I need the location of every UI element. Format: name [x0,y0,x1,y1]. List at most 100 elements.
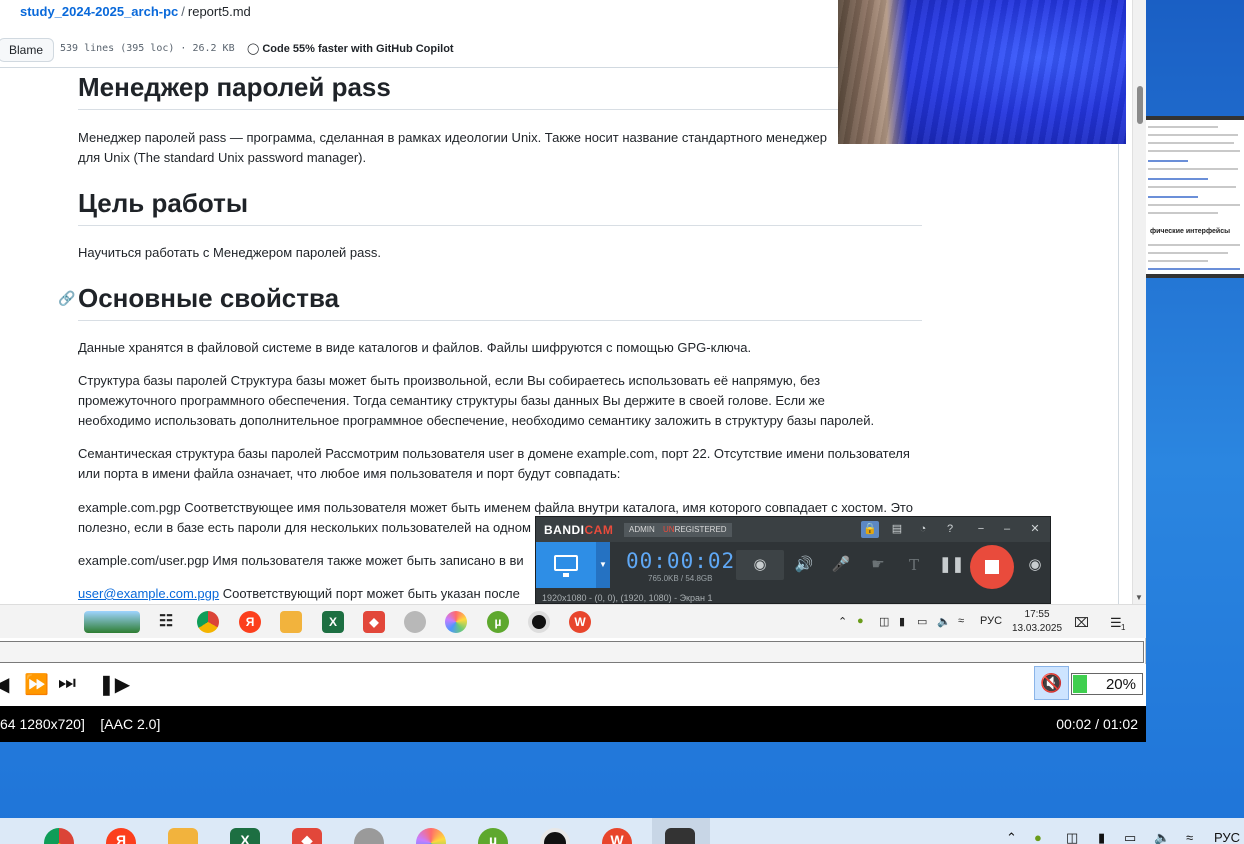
wifi-icon[interactable]: ≈ [1186,830,1193,844]
player-status-bar: 64 1280x720] [AAC 2.0] 00:02 / 01:02 [0,706,1146,742]
screenshot-camera-icon[interactable]: ◉ [1023,553,1047,577]
timer-icon[interactable]: ◔ [914,521,932,538]
keyboard-icon[interactable]: ⌧ [1074,615,1089,631]
blame-button[interactable]: Blame [0,38,55,62]
volume-slider[interactable]: 20% [1071,673,1143,695]
speaker-muted-icon[interactable]: 🔈 [937,615,951,628]
input-language[interactable]: РУС [980,615,1002,627]
frame-step-icon[interactable]: ❚▶ [98,672,130,697]
recorded-clock[interactable]: 17:55 13.03.2025 [1012,608,1062,636]
folder-icon[interactable]: ▤ [888,521,906,538]
wps-office-icon[interactable]: W [569,611,591,633]
close-icon[interactable]: ✕ [1026,521,1044,538]
chrome-icon[interactable] [44,828,74,844]
microphone-toggle-icon[interactable]: 🎤 [829,553,853,577]
media-info: 64 1280x720] [AAC 2.0] [0,716,160,732]
battery-icon[interactable]: ▭ [1124,830,1136,844]
paragraph-intro-line1: Менеджер паролей pass — программа, сдела… [78,130,828,145]
paragraph-intro-line2: для Unix (The standard Unix password man… [78,150,367,165]
pause-icon[interactable]: ❚❚ [939,553,964,577]
photo-app-icon[interactable] [416,828,446,844]
media-player-icon[interactable] [665,828,695,844]
next-track-icon[interactable]: ⏭ [58,672,76,695]
wps-office-icon[interactable]: W [602,828,632,844]
port-example-text: Соответствующий порт может быть указан п… [219,586,520,601]
breadcrumb: study_2024-2025_arch-pc / report5.md [20,4,251,19]
yandex-browser-icon[interactable]: Я [106,828,136,844]
wifi-icon[interactable]: ≈ [958,615,964,627]
playback-time: 00:02 / 01:02 [1056,716,1138,732]
file-explorer-icon[interactable] [168,828,198,844]
tray-overflow-chevron-icon[interactable]: ⌃ [1006,830,1017,844]
anydesk-icon[interactable]: ◆ [292,828,322,844]
bandicam-logo: BANDICAM [544,523,614,537]
text-overlay-icon[interactable]: T [902,553,926,577]
microphone-icon[interactable]: ▮ [1098,830,1105,844]
speaker-muted-icon[interactable]: 🔈 [1154,830,1170,844]
tray-device-icon[interactable]: ◫ [879,615,889,628]
notes-app-icon[interactable] [404,611,426,633]
collapse-icon[interactable]: − [972,521,990,538]
minimize-icon[interactable]: – [998,521,1016,538]
notification-count: 1 [1121,623,1126,632]
lock-icon[interactable]: 🔒 [861,521,879,538]
utorrent-icon[interactable]: µ [478,828,508,844]
monitor-icon [554,555,578,577]
battery-icon[interactable]: ▭ [917,615,927,628]
excel-icon[interactable]: X [230,828,260,844]
page-scrollbar[interactable]: ▼ [1132,0,1146,604]
recorded-date: 13.03.2025 [1012,623,1063,634]
tray-app-icon[interactable]: ● [1034,830,1042,844]
utorrent-icon[interactable]: µ [487,611,509,633]
tray-device-icon[interactable]: ◫ [1066,830,1078,844]
notification-center-icon[interactable]: ☰ [1110,615,1122,631]
stop-recording-button[interactable] [970,545,1014,589]
scroll-down-arrow-icon[interactable]: ▼ [1135,593,1143,602]
microphone-icon[interactable]: ▮ [899,615,905,628]
tray-overflow-chevron-icon[interactable]: ⌃ [838,615,847,628]
rewind-icon[interactable]: ◀ [0,672,9,697]
link-anchor-icon[interactable]: 🔗 [58,290,75,307]
chrome-icon[interactable] [197,611,219,633]
mute-button[interactable]: 🔇 [1034,666,1069,700]
recording-timer: 00:00:02 [626,549,736,573]
landscape-thumbnail-icon [84,611,140,633]
task-view-icon[interactable]: ☷ [155,611,177,633]
breadcrumb-repo-link[interactable]: study_2024-2025_arch-pc [20,4,178,19]
copilot-promo[interactable]: ◯ Code 55% faster with GitHub Copilot [247,42,454,55]
file-meta: 539 lines (395 loc) · 26.2 KB [60,43,235,54]
photo-app-icon[interactable] [445,611,467,633]
recording-size: 765.0KB / 54.8GB [648,574,713,583]
bandicam-window: BANDICAM ADMIN UNREGISTERED 🔒 ▤ ◔ ? − – … [535,516,1051,604]
anydesk-icon[interactable]: ◆ [363,611,385,633]
paragraph-structure-line2: промежуточного программного обеспечения.… [78,393,825,408]
fast-forward-icon[interactable]: ⏩ [24,672,49,697]
copilot-icon: ◯ [247,43,260,55]
speaker-icon[interactable]: 🔊 [792,553,816,577]
paragraph-semantic-line1: Семантическая структура базы паролей Рас… [78,446,910,461]
file-explorer-icon[interactable] [280,611,302,633]
heading-goal: Цель работы [78,188,922,226]
tray-app-icon[interactable]: ● [857,615,864,627]
webcam-toggle-button[interactable]: ◉ [736,550,784,580]
seek-bar[interactable] [0,641,1144,663]
help-icon[interactable]: ? [941,521,959,538]
screen-mode-button[interactable] [536,542,596,588]
bandicam-titlebar: BANDICAM ADMIN UNREGISTERED 🔒 ▤ ◔ ? − – … [536,517,1050,542]
input-language[interactable]: РУС [1214,830,1240,844]
mode-dropdown-chevron-icon[interactable]: ▼ [596,542,610,588]
yandex-browser-icon[interactable]: Я [239,611,261,633]
paragraph-structure-line1: Структура базы паролей Структура базы мо… [78,373,821,388]
scroll-thumb[interactable] [1137,86,1143,124]
webcam-overlay [838,0,1126,144]
copilot-label: Code 55% faster with GitHub Copilot [262,43,454,55]
capture-area-status: 1920x1080 - (0, 0), (1920, 1080) - Экран… [542,593,713,603]
excel-icon[interactable]: X [322,611,344,633]
player-controls: ◀ ⏩ ⏭ ❚▶ 🔇 20% [0,664,1146,706]
notes-app-icon[interactable] [354,828,384,844]
port-example-link[interactable]: user@example.com.pgp [78,586,219,601]
cursor-effect-icon[interactable]: ☛ [866,553,890,577]
recorded-taskbar: ☷ Я X ◆ µ W ⌃ ● ◫ ▮ ▭ 🔈 ≈ РУС 17:55 13.0… [0,604,1146,638]
bandicam-taskbar-icon[interactable] [540,828,570,844]
bandicam-taskbar-icon[interactable] [528,611,550,633]
